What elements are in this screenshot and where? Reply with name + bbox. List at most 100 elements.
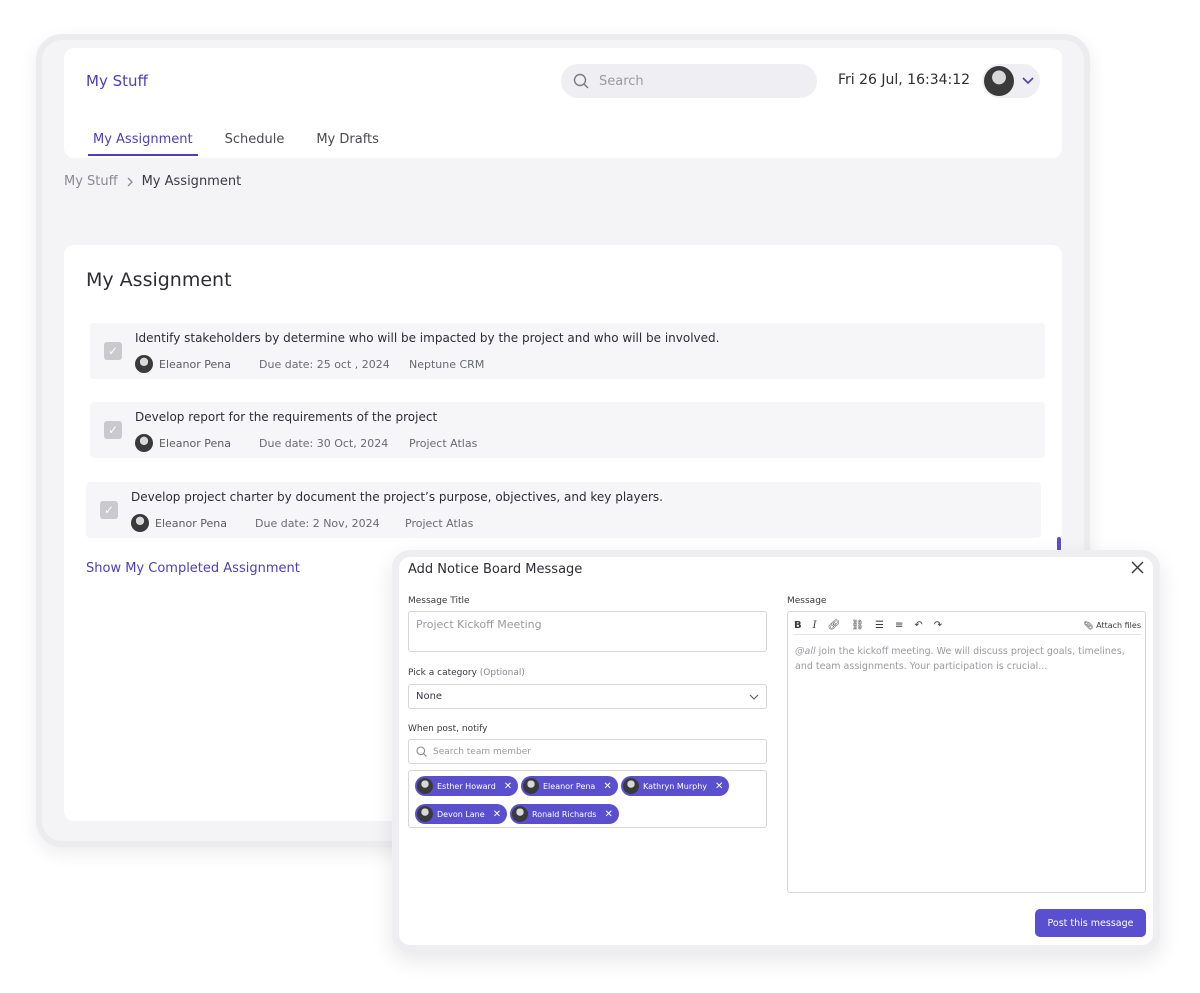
undo-icon[interactable]: ↶ [914, 620, 922, 631]
chip-name: Ronald Richards [532, 809, 597, 819]
unlink-icon[interactable]: ⛓︎ [851, 620, 864, 631]
category-label-text: Pick a category [408, 668, 477, 678]
tab-my-drafts[interactable]: My Drafts [311, 128, 384, 156]
task-checkbox[interactable]: ✓ [104, 421, 122, 439]
task-assignee: Eleanor Pena [131, 514, 255, 532]
breadcrumb-current: My Assignment [141, 174, 242, 189]
team-member-search-placeholder: Search team member [433, 746, 532, 757]
task-row[interactable]: ✓ Develop report for the requirements of… [90, 402, 1045, 458]
task-due-date: Due date: 2 Nov, 2024 [255, 516, 380, 530]
member-chip[interactable]: Eleanor Pena ✕ [521, 776, 618, 796]
chevron-down-icon [1022, 77, 1034, 85]
task-checkbox[interactable]: ✓ [100, 501, 118, 519]
task-project: Project Atlas [405, 516, 474, 530]
close-icon[interactable]: ✕ [603, 781, 611, 792]
task-due-date: Due date: 30 Oct, 2024 [259, 436, 389, 450]
task-meta: Eleanor Pena Due date: 2 Nov, 2024 Proje… [131, 514, 473, 532]
task-title: Identify stakeholders by determine who w… [135, 331, 720, 345]
close-icon[interactable]: ✕ [504, 781, 512, 792]
chip-avatar [523, 778, 539, 794]
task-project: Project Atlas [409, 436, 478, 450]
chip-name: Esther Howard [437, 781, 496, 791]
italic-icon[interactable]: I [813, 620, 817, 631]
search-icon [573, 73, 589, 89]
member-chip[interactable]: Devon Lane ✕ [415, 804, 508, 824]
close-icon [1131, 561, 1144, 574]
message-mention: @all [795, 646, 816, 657]
bullet-list-icon[interactable]: ☰ [875, 620, 884, 631]
chip-avatar [623, 778, 639, 794]
task-checkbox[interactable]: ✓ [104, 342, 122, 360]
numbered-list-icon[interactable]: ≡ [895, 620, 903, 631]
redo-icon[interactable]: ↷ [934, 620, 942, 631]
notify-label: When post, notify [408, 724, 488, 734]
breadcrumb: My Stuff My Assignment [64, 174, 241, 189]
message-text: join the kickoff meeting. We will discus… [795, 646, 1125, 672]
assignee-name: Eleanor Pena [159, 436, 231, 450]
search-icon [416, 746, 427, 757]
message-body[interactable]: @all join the kickoff meeting. We will d… [795, 644, 1139, 674]
dialog-title: Add Notice Board Message [408, 562, 583, 577]
breadcrumb-root[interactable]: My Stuff [64, 174, 118, 189]
bold-icon[interactable]: B [794, 620, 802, 631]
assignee-avatar [131, 514, 149, 532]
category-select[interactable]: None [408, 684, 767, 709]
message-editor[interactable]: B I 🔗︎ ⛓︎ ☰ ≡ ↶ ↷ 📎︎ Attach files @all j… [787, 611, 1146, 893]
chevron-down-icon [749, 694, 759, 700]
task-assignee: Eleanor Pena [135, 434, 259, 452]
chip-avatar [417, 778, 433, 794]
task-row[interactable]: ✓ Identify stakeholders by determine who… [90, 323, 1045, 379]
tab-bar: My Assignment Schedule My Drafts [88, 128, 384, 156]
category-label: Pick a category (Optional) [408, 668, 525, 678]
chip-name: Kathryn Murphy [643, 781, 707, 791]
brand-title[interactable]: My Stuff [86, 72, 148, 90]
post-message-button[interactable]: Post this message [1035, 909, 1146, 937]
show-completed-link[interactable]: Show My Completed Assignment [86, 561, 300, 576]
task-meta: Eleanor Pena Due date: 25 oct , 2024 Nep… [135, 355, 484, 373]
tab-schedule[interactable]: Schedule [220, 128, 290, 156]
attach-files-button[interactable]: 📎︎ Attach files [1083, 621, 1141, 630]
notice-board-dialog: Add Notice Board Message Message Title P… [392, 550, 1160, 952]
category-optional-text: (Optional) [479, 668, 525, 678]
close-icon[interactable]: ✕ [493, 809, 501, 820]
close-icon[interactable]: ✕ [715, 781, 723, 792]
close-icon[interactable]: ✕ [604, 809, 612, 820]
task-meta: Eleanor Pena Due date: 30 Oct, 2024 Proj… [135, 434, 477, 452]
attach-files-label: Attach files [1096, 621, 1141, 630]
member-chip[interactable]: Kathryn Murphy ✕ [621, 776, 730, 796]
message-title-label: Message Title [408, 596, 470, 606]
category-value: None [416, 691, 443, 702]
chip-name: Eleanor Pena [543, 781, 596, 791]
close-button[interactable] [1131, 559, 1144, 578]
assignee-name: Eleanor Pena [159, 357, 231, 371]
paperclip-icon: 📎︎ [1083, 621, 1094, 630]
link-icon[interactable]: 🔗︎ [828, 620, 841, 631]
notify-chip-list: Esther Howard ✕ Eleanor Pena ✕ Kathryn M… [408, 770, 767, 828]
team-member-search[interactable]: Search team member [408, 739, 767, 764]
task-assignee: Eleanor Pena [135, 355, 259, 373]
current-datetime: Fri 26 Jul, 16:34:12 [838, 72, 971, 88]
avatar [984, 66, 1014, 96]
assignee-avatar [135, 355, 153, 373]
page-title: My Assignment [86, 269, 232, 291]
task-title: Develop project charter by document the … [131, 490, 663, 504]
message-title-input[interactable]: Project Kickoff Meeting [408, 611, 767, 652]
member-chip[interactable]: Ronald Richards ✕ [510, 804, 619, 824]
task-due-date: Due date: 25 oct , 2024 [259, 357, 390, 371]
chip-avatar [417, 806, 433, 822]
top-bar: My Stuff Search Fri 26 Jul, 16:34:12 My … [64, 48, 1062, 158]
search-bar[interactable]: Search [561, 64, 817, 98]
search-placeholder: Search [599, 73, 644, 89]
assignee-name: Eleanor Pena [155, 516, 227, 530]
chip-avatar [512, 806, 528, 822]
chevron-right-icon [127, 177, 133, 186]
member-chip[interactable]: Esther Howard ✕ [415, 776, 519, 796]
task-row[interactable]: ✓ Develop project charter by document th… [86, 482, 1041, 538]
editor-toolbar: B I 🔗︎ ⛓︎ ☰ ≡ ↶ ↷ 📎︎ Attach files [794, 617, 1141, 635]
message-label: Message [787, 596, 827, 606]
assignee-avatar [135, 434, 153, 452]
tab-my-assignment[interactable]: My Assignment [88, 128, 198, 156]
task-title: Develop report for the requirements of t… [135, 410, 438, 424]
task-project: Neptune CRM [409, 357, 485, 371]
user-menu[interactable] [982, 64, 1040, 98]
